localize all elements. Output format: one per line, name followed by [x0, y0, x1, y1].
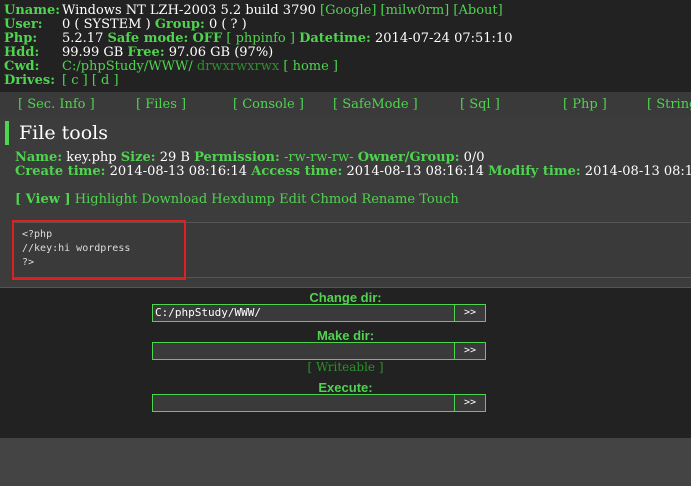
menu-php-label: [ Php ] [563, 97, 607, 112]
menu-files-label: [ Files ] [136, 97, 187, 112]
phpinfo-link[interactable]: [ phpinfo ] [226, 31, 295, 46]
file-actions: [ View ] Highlight Download Hexdump Edit… [15, 193, 459, 207]
user-value: 0 ( SYSTEM ) [62, 17, 151, 32]
touch-action[interactable]: Touch [419, 192, 459, 207]
owner-group-label: Owner/Group: [357, 150, 460, 165]
file-size: 29 B [159, 150, 190, 165]
datetime-value: 2014-07-24 07:51:10 [375, 31, 513, 46]
uname-value: Windows NT LZH-2003 5.2 build 3790 [62, 3, 316, 18]
drives-label: Drives: [4, 73, 56, 88]
execute-input[interactable] [152, 394, 457, 412]
highlight-action[interactable]: Highlight [75, 192, 137, 207]
safe-mode-value: OFF [192, 31, 223, 46]
make-dir-title: Make dir: [316, 328, 375, 343]
file-permission: -rw-rw-rw- [283, 150, 354, 165]
permission-label: Permission: [194, 150, 280, 165]
file-tools-title: File tools [5, 121, 108, 145]
cwd-permissions: drwxrwxrwx [196, 59, 280, 74]
cwd-label: Cwd: [4, 59, 40, 74]
about-link[interactable]: [About] [453, 3, 502, 18]
access-time-value: 2014-08-13 08:16:14 [346, 164, 484, 179]
php-version: 5.2.17 [62, 31, 104, 46]
owner-group-value: 0/0 [463, 150, 485, 165]
datetime-label: Datetime: [299, 31, 371, 46]
user-row: User: 0 ( SYSTEM ) Group: 0 ( ? ) [4, 18, 247, 32]
execute-submit-button[interactable]: >> [454, 394, 486, 412]
modify-time-value: 2014-08-13 08:15:50 [584, 164, 691, 179]
group-label: Group: [154, 17, 205, 32]
menu-console[interactable]: [ Console ] [233, 97, 304, 112]
free-value: 97.06 GB (97%) [168, 45, 274, 60]
menu-sec-info[interactable]: [ Sec. Info ] [18, 97, 95, 112]
php-label: Php: [4, 31, 38, 46]
hexdump-action[interactable]: Hexdump [211, 192, 275, 207]
safe-mode-label: Safe mode: [107, 31, 189, 46]
menu-string[interactable]: [ String [647, 97, 691, 112]
highlight-box [12, 220, 186, 280]
writeable-status: [ Writeable ] [307, 360, 384, 374]
user-label: User: [4, 17, 43, 32]
group-value: 0 ( ? ) [208, 17, 247, 32]
menu-sql[interactable]: [ Sql ] [460, 97, 500, 112]
menu-sec-info-label: [ Sec. Info ] [18, 97, 95, 112]
file-times-row: Create time: 2014-08-13 08:16:14 Access … [15, 165, 691, 179]
name-label: Name: [15, 150, 63, 165]
size-label: Size: [120, 150, 156, 165]
main-menu: [ Sec. Info ] [ Files ] [ Console ] [ Sa… [0, 92, 691, 116]
uname-label: Uname: [4, 3, 61, 18]
menu-safemode[interactable]: [ SafeMode ] [333, 97, 418, 112]
menu-files[interactable]: [ Files ] [136, 97, 186, 112]
menu-safemode-label: [ SafeMode ] [333, 97, 418, 112]
free-label: Free: [127, 45, 165, 60]
execute-title: Execute: [318, 380, 373, 395]
rename-action[interactable]: Rename [361, 192, 415, 207]
create-time-value: 2014-08-13 08:16:14 [109, 164, 248, 179]
drives-row: Drives: [ c ] [ d ] [4, 74, 119, 88]
modify-time-label: Modify time: [488, 164, 581, 179]
milw0rm-link[interactable]: [milw0rm] [381, 3, 450, 18]
hdd-row: Hdd: 99.99 GB Free: 97.06 GB (97%) [4, 46, 273, 60]
menu-console-label: [ Console ] [233, 97, 304, 112]
uname-row: Uname: Windows NT LZH-2003 5.2 build 3790… [4, 4, 503, 18]
hdd-value: 99.99 GB [62, 45, 124, 60]
php-row: Php: 5.2.17 Safe mode: OFF [ phpinfo ] Da… [4, 32, 512, 46]
change-dir-title: Change dir: [309, 290, 382, 305]
edit-action[interactable]: Edit [279, 192, 306, 207]
drive-c-link[interactable]: [ c ] [62, 73, 88, 88]
menu-string-label: [ String [647, 97, 691, 112]
create-time-label: Create time: [15, 164, 106, 179]
drive-d-link[interactable]: [ d ] [92, 73, 119, 88]
change-dir-submit-button[interactable]: >> [454, 304, 486, 322]
google-link[interactable]: [Google] [320, 3, 376, 18]
hdd-label: Hdd: [4, 45, 40, 60]
menu-sql-label: [ Sql ] [460, 97, 500, 112]
file-info-row: Name: key.php Size: 29 B Permission: -rw… [15, 151, 485, 165]
access-time-label: Access time: [251, 164, 343, 179]
page-footer-area [0, 438, 691, 486]
cwd-row: Cwd: C:/phpStudy/WWW/ drwxrwxrwx [ home ] [4, 60, 338, 74]
download-action[interactable]: Download [141, 192, 207, 207]
change-dir-input[interactable]: C:/phpStudy/WWW/ [152, 304, 457, 322]
chmod-action[interactable]: Chmod [311, 192, 358, 207]
cwd-path-link[interactable]: C:/phpStudy/WWW/ [62, 59, 193, 74]
make-dir-input[interactable] [152, 342, 457, 360]
file-name: key.php [66, 150, 117, 165]
make-dir-submit-button[interactable]: >> [454, 342, 486, 360]
menu-php[interactable]: [ Php ] [563, 97, 607, 112]
server-info-header: Uname: Windows NT LZH-2003 5.2 build 3790… [0, 0, 691, 92]
view-action[interactable]: [ View ] [15, 192, 71, 207]
home-link[interactable]: [ home ] [283, 59, 338, 74]
